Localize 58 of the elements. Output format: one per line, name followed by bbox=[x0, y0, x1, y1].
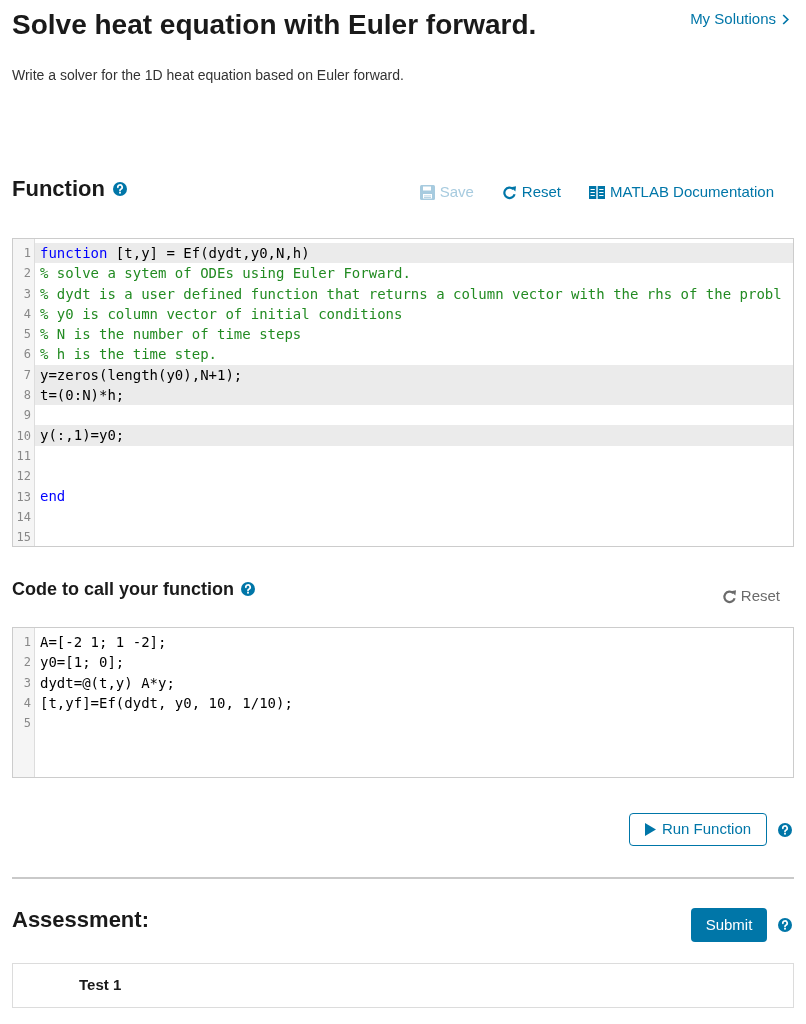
line-number: 4 bbox=[23, 694, 32, 712]
toolbar-button[interactable]: Reset bbox=[501, 183, 562, 201]
problem-description: Write a solver for the 1D heat equation based on Euler forward. bbox=[12, 66, 405, 85]
code-line: % dydt is a user defined function that returns a column vector with the rhs of the probl bbox=[40, 284, 782, 304]
line-number: 9 bbox=[23, 407, 32, 425]
line-number: 5 bbox=[23, 715, 32, 733]
code-editor[interactable] bbox=[12, 238, 794, 547]
help-icon[interactable] bbox=[778, 822, 792, 837]
help-icon[interactable] bbox=[241, 582, 255, 596]
line-number: 13 bbox=[16, 488, 32, 506]
line-number: 11 bbox=[16, 447, 32, 465]
code-line: % solve a sytem of ODEs using Euler Forward. bbox=[40, 264, 411, 284]
test-case-title: Test 1 bbox=[79, 975, 122, 996]
line-number: 5 bbox=[23, 326, 32, 344]
line-number: 1 bbox=[23, 634, 32, 651]
line-number: 10 bbox=[16, 427, 32, 445]
chevron-right-icon[interactable] bbox=[782, 13, 789, 25]
line-number: 14 bbox=[16, 508, 32, 526]
line-number: 1 bbox=[23, 245, 32, 262]
line-number: 4 bbox=[23, 305, 32, 323]
code-line: % h is the time step. bbox=[40, 345, 217, 365]
code-editor[interactable]: 1 2 3 4 5 A=[-2 1; 1 -2]; y0=[1; 0]; dydt=@(t,y) A*y; [t,yf]=Ef(dydt, y0, 10, 1/10); bbox=[12, 627, 794, 778]
run-function-button[interactable]: Run Function bbox=[629, 813, 767, 846]
toolbar-button[interactable]: MATLAB Documentation bbox=[589, 183, 774, 201]
code-line: [t,yf]=Ef(dydt, y0, 10, 1/10); bbox=[40, 693, 293, 713]
line-number: 7 bbox=[23, 366, 32, 384]
code-line: % N is the number of time steps bbox=[40, 325, 302, 345]
line-number: 8 bbox=[23, 387, 32, 405]
code-line: dydt=@(t,y) A*y; bbox=[40, 673, 175, 693]
my-solutions-link[interactable]: My Solutions bbox=[690, 10, 789, 28]
code-line: y(:,1)=y0; bbox=[40, 426, 125, 446]
section-heading: Code to call your function bbox=[12, 578, 234, 601]
line-number: 3 bbox=[23, 285, 32, 303]
help-icon[interactable] bbox=[112, 182, 127, 196]
help-icon[interactable] bbox=[778, 918, 792, 932]
code-line: A=[-2 1; 1 -2]; bbox=[40, 633, 167, 652]
page-title: Solve heat equation with Euler forward. bbox=[12, 8, 537, 42]
code-line: end bbox=[40, 486, 66, 506]
code-line: t=(0:N)*h; bbox=[40, 386, 125, 406]
refresh-icon[interactable] bbox=[501, 184, 517, 200]
section-heading: Function bbox=[12, 175, 105, 203]
line-number: 3 bbox=[23, 674, 32, 692]
submit-button[interactable]: Submit bbox=[691, 908, 767, 942]
book-icon[interactable] bbox=[589, 185, 606, 199]
line-number: 6 bbox=[23, 346, 32, 364]
play-icon bbox=[644, 823, 656, 836]
line-number: 2 bbox=[23, 265, 32, 283]
line-number: 15 bbox=[16, 529, 32, 547]
section-heading: Assessment: bbox=[12, 906, 149, 934]
code-line: y=zeros(length(y0),N+1); bbox=[40, 365, 243, 385]
code-line: function [t,y] = Ef(dydt,y0,N,h) bbox=[40, 244, 310, 263]
code-line: y0=[1; 0]; bbox=[40, 653, 125, 673]
refresh-icon[interactable] bbox=[721, 588, 737, 604]
line-number: 12 bbox=[16, 468, 32, 486]
reset-button[interactable]: Reset bbox=[721, 587, 780, 605]
line-number: 2 bbox=[23, 654, 32, 672]
test-case-panel[interactable]: Test 1 bbox=[12, 963, 794, 1008]
code-line: % y0 is column vector of initial conditions bbox=[40, 304, 403, 324]
